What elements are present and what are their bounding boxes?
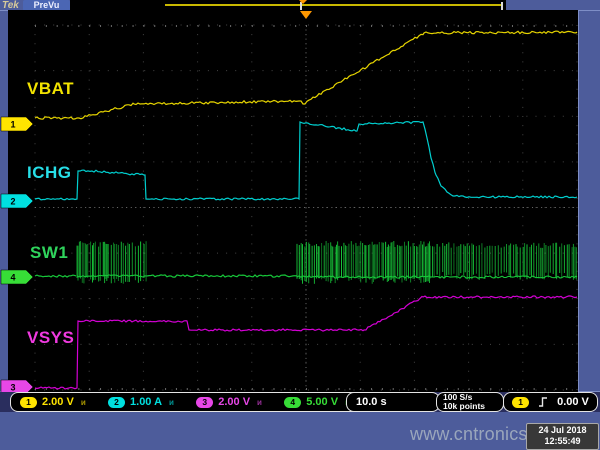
trigger-slope-rising-icon	[538, 396, 548, 408]
svg-text:2: 2	[10, 197, 15, 207]
channel-3-badge: 3	[196, 397, 213, 408]
channel-label-vbat: VBAT	[27, 79, 74, 99]
channel-1-badge: 1	[20, 397, 37, 408]
waveform-display: 1 2 4 3	[0, 10, 578, 392]
channel-3-scale: 2.00 V	[218, 396, 250, 408]
svg-text:4: 4	[10, 273, 15, 283]
channel-1-readout: 1 2.00 V и	[20, 396, 86, 408]
channel-1-coupling-icon: и	[81, 398, 86, 407]
time-text: 12:55:49	[527, 436, 598, 447]
trigger-source-badge: 1	[512, 397, 529, 408]
bezel-right-line	[578, 10, 579, 392]
channel-label-vsys: VSYS	[27, 328, 74, 348]
trigger-readout: 1 0.00 V	[503, 392, 598, 412]
oscilloscope-screen: Tek PreVu 1243 VBAT ICHG SW1 VSYS 1 2.00…	[0, 0, 600, 450]
channel-2-scale: 1.00 A	[130, 396, 162, 408]
channel-2-badge: 2	[108, 397, 125, 408]
acquisition-readout: 100 S/s 10k points	[436, 392, 504, 412]
channel-2-coupling-icon: и	[169, 398, 174, 407]
trigger-level: 0.00 V	[557, 396, 589, 408]
channel-scale-readouts: 1 2.00 V и 2 1.00 A и 3 2.00 V и 4 5.00 …	[10, 392, 360, 412]
svg-text:3: 3	[10, 383, 15, 393]
record-points: 10k points	[443, 402, 485, 411]
horizontal-scale-readout: 10.0 s	[346, 392, 440, 412]
channel-3-readout: 3 2.00 V и	[196, 396, 262, 408]
date-text: 24 Jul 2018	[527, 425, 598, 436]
channel-4-readout: 4 5.00 V и	[284, 396, 350, 408]
channel-2-readout: 2 1.00 A и	[108, 396, 174, 408]
channel-3-coupling-icon: и	[257, 398, 262, 407]
window-bracket-right-icon	[501, 2, 503, 10]
readout-bar: 1 2.00 V и 2 1.00 A и 3 2.00 V и 4 5.00 …	[0, 392, 600, 412]
channel-label-sw1: SW1	[30, 243, 68, 263]
record-trigger-marker-icon	[299, 0, 307, 4]
svg-text:1: 1	[10, 120, 15, 130]
channel-4-scale: 5.00 V	[306, 396, 338, 408]
channel-4-badge: 4	[284, 397, 301, 408]
record-length-line	[165, 4, 502, 6]
channel-1-scale: 2.00 V	[42, 396, 74, 408]
datetime-box: 24 Jul 2018 12:55:49	[526, 423, 599, 450]
channel-label-ichg: ICHG	[27, 163, 72, 183]
